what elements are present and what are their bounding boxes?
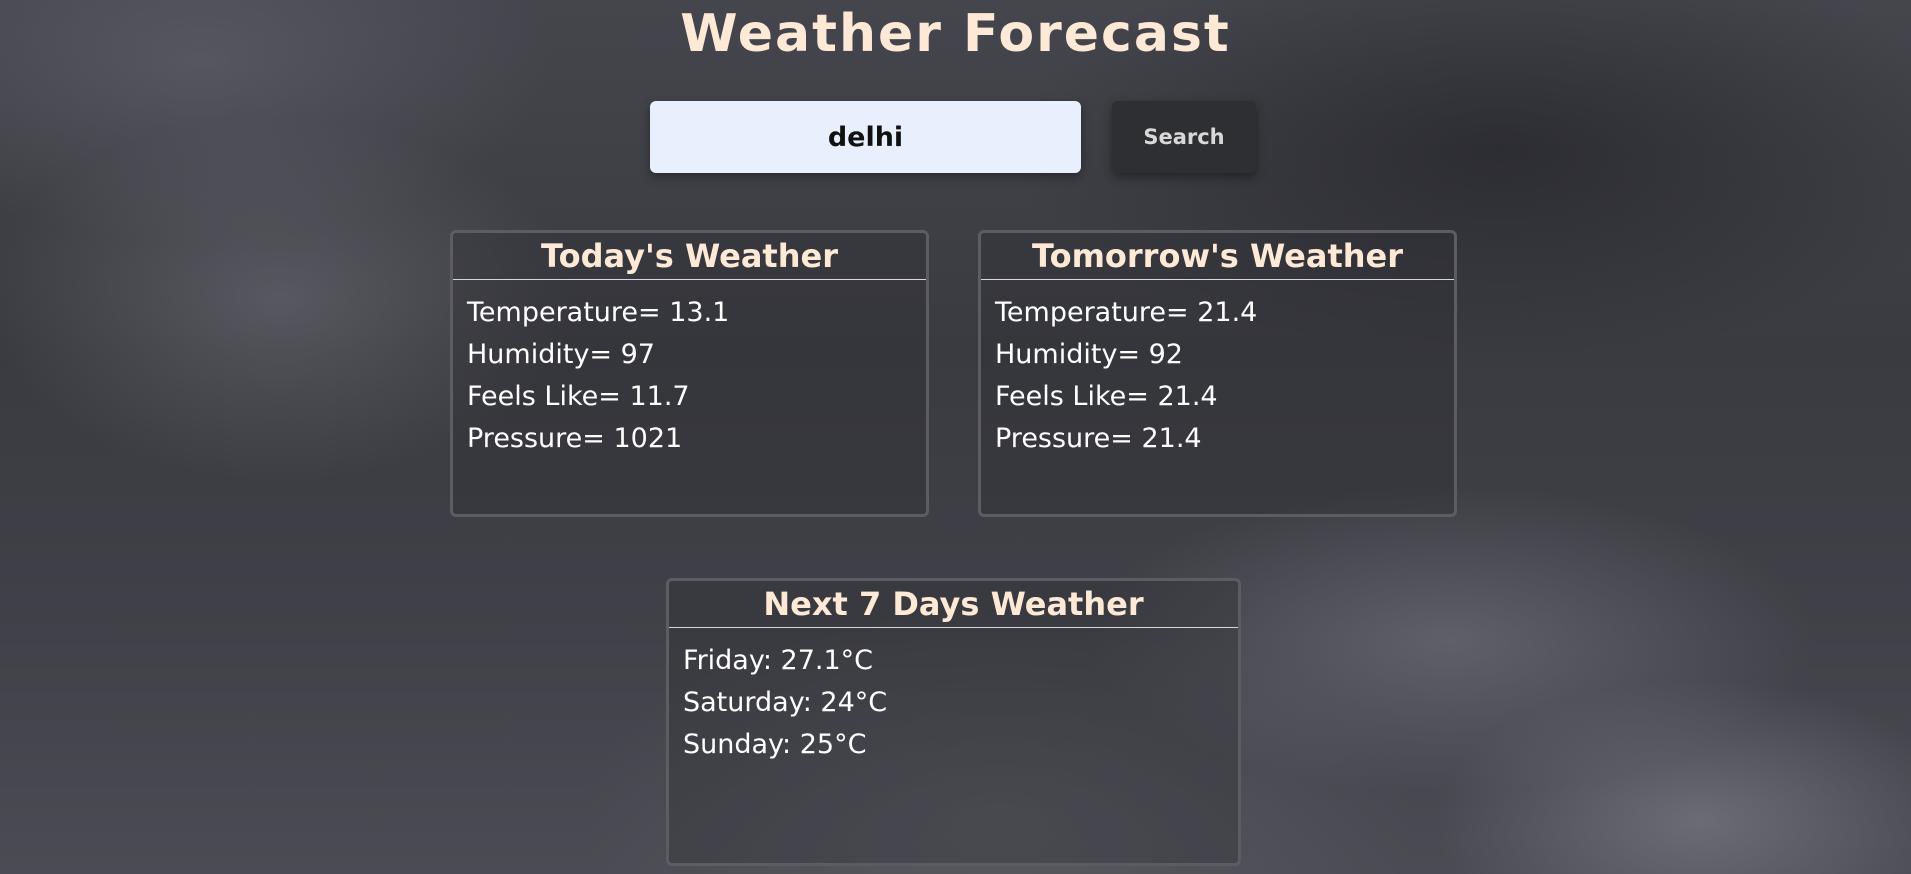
seven-day-forecast-list: Friday: 27.1°C Saturday: 24°C Sunday: 25… xyxy=(669,628,1238,766)
tomorrow-weather-card: Tomorrow's Weather Temperature= 21.4 Hum… xyxy=(978,230,1457,517)
tomorrow-pressure: Pressure= 21.4 xyxy=(995,423,1202,454)
today-feels-like: Feels Like= 11.7 xyxy=(467,381,690,412)
forecast-day-item: Saturday: 24°C xyxy=(683,687,888,718)
today-weather-details: Temperature= 13.1 Humidity= 97 Feels Lik… xyxy=(453,280,926,460)
today-weather-title: Today's Weather xyxy=(453,233,926,280)
tomorrow-weather-details: Temperature= 21.4 Humidity= 92 Feels Lik… xyxy=(981,280,1454,460)
tomorrow-humidity: Humidity= 92 xyxy=(995,339,1183,370)
search-button[interactable]: Search xyxy=(1112,101,1256,173)
seven-day-forecast-card: Next 7 Days Weather Friday: 27.1°C Satur… xyxy=(666,578,1241,866)
seven-day-forecast-title: Next 7 Days Weather xyxy=(669,581,1238,628)
tomorrow-feels-like: Feels Like= 21.4 xyxy=(995,381,1218,412)
today-pressure: Pressure= 1021 xyxy=(467,423,683,454)
forecast-day-item: Sunday: 25°C xyxy=(683,729,867,760)
page-title: Weather Forecast xyxy=(680,4,1231,64)
city-search-input[interactable] xyxy=(650,101,1081,173)
forecast-day-item: Friday: 27.1°C xyxy=(683,645,874,676)
today-humidity: Humidity= 97 xyxy=(467,339,655,370)
today-temperature: Temperature= 13.1 xyxy=(467,297,730,328)
tomorrow-weather-title: Tomorrow's Weather xyxy=(981,233,1454,280)
today-weather-card: Today's Weather Temperature= 13.1 Humidi… xyxy=(450,230,929,517)
tomorrow-temperature: Temperature= 21.4 xyxy=(995,297,1258,328)
